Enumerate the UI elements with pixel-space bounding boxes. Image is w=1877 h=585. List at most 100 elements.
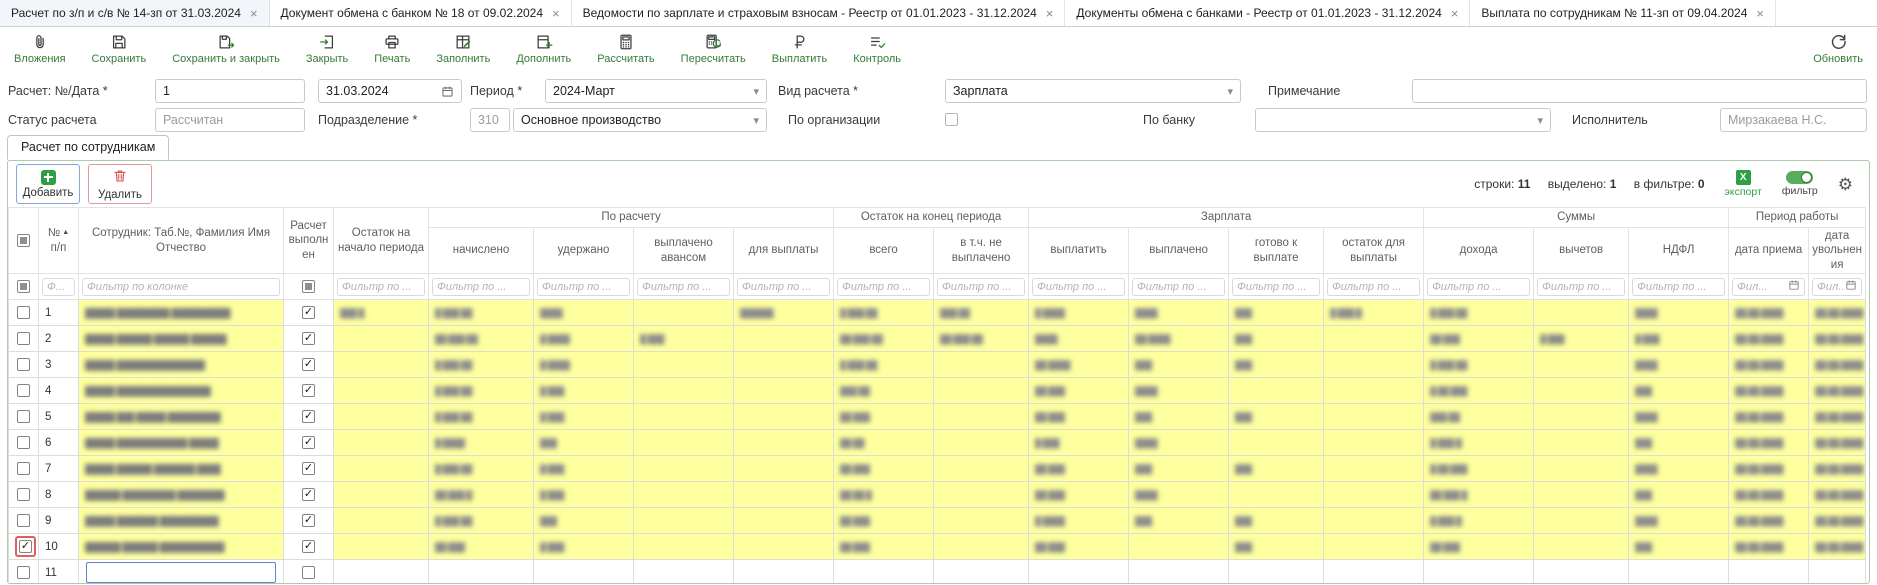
column-header-withheld[interactable]: удержано	[534, 228, 634, 274]
filter-accrued[interactable]: Фильтр по ...	[429, 274, 534, 300]
filter-input-paid-advance[interactable]: Фильтр по ...	[637, 278, 730, 296]
toolbar-button-save[interactable]: Сохранить	[92, 32, 147, 65]
cell-calc-done[interactable]	[284, 378, 334, 404]
employee-edit-input[interactable]	[86, 562, 276, 583]
checkbox[interactable]	[17, 410, 30, 423]
toolbar-button-calculate[interactable]: Рассчитать	[597, 32, 654, 65]
filter-input-deductions[interactable]: Фильтр по ...	[1537, 278, 1625, 296]
toolbar-button-append[interactable]: Дополнить	[516, 32, 571, 65]
column-header-employee[interactable]: Сотрудник: Таб.№, Фамилия Имя Отчество	[79, 208, 284, 274]
document-tab[interactable]: Документы обмена с банками - Реестр от 0…	[1065, 0, 1470, 26]
filter-incl-unpaid[interactable]: Фильтр по ...	[934, 274, 1029, 300]
checkbox[interactable]	[302, 488, 315, 501]
filter-hire-date[interactable]: Фил...	[1729, 274, 1809, 300]
toolbar-button-pay[interactable]: Выплатить	[772, 32, 827, 65]
filter-withheld[interactable]: Фильтр по ...	[534, 274, 634, 300]
column-header-num[interactable]: №▲п/п	[39, 208, 79, 274]
column-header-paid-advance[interactable]: выплачено авансом	[634, 228, 734, 274]
toolbar-button-close[interactable]: Закрыть	[306, 32, 348, 65]
column-header-incl-unpaid[interactable]: в т.ч. не выплачено	[934, 228, 1029, 274]
toolbar-button-control[interactable]: Контроль	[853, 32, 901, 65]
filter-toggle[interactable]: фильтр	[1782, 171, 1818, 197]
filter-input-ndfl[interactable]: Фильтр по ...	[1632, 278, 1725, 296]
filter-for-payment[interactable]: Фильтр по ...	[734, 274, 834, 300]
tab-close-icon[interactable]: ×	[1756, 7, 1764, 20]
cell-select[interactable]	[9, 456, 39, 482]
filter-input-paid[interactable]: Фильтр по ...	[1132, 278, 1225, 296]
cell-select[interactable]	[9, 352, 39, 378]
column-header-ndfl[interactable]: НДФЛ	[1629, 228, 1729, 274]
checkbox[interactable]	[17, 280, 30, 293]
cell-select[interactable]	[9, 430, 39, 456]
checkbox[interactable]	[17, 514, 30, 527]
filter-input-total[interactable]: Фильтр по ...	[837, 278, 930, 296]
checkbox[interactable]	[17, 488, 30, 501]
cell-calc-done[interactable]	[284, 404, 334, 430]
filter-calc-done[interactable]	[284, 274, 334, 300]
column-header-dismissal-date[interactable]: дата увольнения	[1809, 228, 1866, 274]
toolbar-button-fill[interactable]: Заполнить	[436, 32, 490, 65]
cell-employee[interactable]: █████ ███████████████	[79, 352, 284, 378]
filter-to-pay[interactable]: Фильтр по ...	[1029, 274, 1129, 300]
filter-total[interactable]: Фильтр по ...	[834, 274, 934, 300]
tab-close-icon[interactable]: ×	[1046, 7, 1054, 20]
toolbar-button-attachments[interactable]: Вложения	[14, 32, 66, 65]
cell-calc-done[interactable]	[284, 456, 334, 482]
column-header-opening-balance[interactable]: Остаток на начало периода	[334, 208, 429, 274]
checkbox[interactable]	[17, 358, 30, 371]
cell-select[interactable]	[9, 508, 39, 534]
column-header-calc-done[interactable]: Расчет выполнен	[284, 208, 334, 274]
filter-input-incl-unpaid[interactable]: Фильтр по ...	[937, 278, 1025, 296]
document-tab[interactable]: Документ обмена с банком № 18 от 09.02.2…	[270, 0, 572, 26]
filter-input-opening-balance[interactable]: Фильтр по ...	[337, 278, 425, 296]
checkbox[interactable]	[302, 514, 315, 527]
checkbox[interactable]	[302, 540, 315, 553]
cell-select[interactable]	[9, 560, 39, 584]
cell-select[interactable]	[9, 378, 39, 404]
checkbox[interactable]	[19, 540, 32, 553]
column-header-income[interactable]: дохода	[1424, 228, 1534, 274]
column-header-accrued[interactable]: начислено	[429, 228, 534, 274]
cell-calc-done[interactable]	[284, 534, 334, 560]
checkbox[interactable]	[17, 462, 30, 475]
calc-number-input[interactable]: 1	[155, 79, 305, 103]
gear-icon[interactable]: ⚙	[1838, 176, 1853, 193]
by-org-checkbox[interactable]	[945, 113, 958, 126]
filter-input-hire-date[interactable]: Фил...	[1732, 278, 1805, 296]
cell-employee[interactable]: █████ █████████ ██████████	[79, 300, 284, 326]
cell-employee[interactable]: █████ ███████ ██████████	[79, 508, 284, 534]
filter-opening-balance[interactable]: Фильтр по ...	[334, 274, 429, 300]
filter-deductions[interactable]: Фильтр по ...	[1534, 274, 1629, 300]
cell-employee[interactable]: █████ ███ █████ █████████	[79, 404, 284, 430]
note-input[interactable]	[1412, 79, 1867, 103]
calendar-icon[interactable]	[1845, 278, 1857, 296]
department-code-input[interactable]: 310	[470, 108, 510, 132]
checkbox[interactable]	[17, 234, 30, 247]
checkbox[interactable]	[302, 566, 315, 579]
calendar-icon[interactable]	[441, 85, 454, 98]
filter-input-income[interactable]: Фильтр по ...	[1427, 278, 1530, 296]
filter-input-employee[interactable]: Фильтр по колонке	[82, 278, 280, 296]
cell-select[interactable]	[9, 300, 39, 326]
department-select[interactable]: Основное производство ▾	[513, 108, 767, 132]
filter-ndfl[interactable]: Фильтр по ...	[1629, 274, 1729, 300]
filter-ready-to-pay[interactable]: Фильтр по ...	[1229, 274, 1324, 300]
filter-input-withheld[interactable]: Фильтр по ...	[537, 278, 630, 296]
cell-calc-done[interactable]	[284, 560, 334, 584]
cell-select[interactable]	[9, 326, 39, 352]
column-header-ready-to-pay[interactable]: готово к выплате	[1229, 228, 1324, 274]
cell-select[interactable]	[9, 482, 39, 508]
toolbar-button-print[interactable]: Печать	[374, 32, 410, 65]
column-header-balance-to-pay[interactable]: остаток для выплаты	[1324, 228, 1424, 274]
cell-calc-done[interactable]	[284, 326, 334, 352]
tab-close-icon[interactable]: ×	[250, 7, 258, 20]
checkbox[interactable]	[17, 436, 30, 449]
toolbar-button-save-close[interactable]: Сохранить и закрыть	[172, 32, 280, 65]
by-bank-select[interactable]: ▾	[1255, 108, 1551, 132]
calc-type-select[interactable]: Зарплата ▾	[945, 79, 1241, 103]
column-header-total[interactable]: всего	[834, 228, 934, 274]
column-header-hire-date[interactable]: дата приема	[1729, 228, 1809, 274]
tab-raschet-po-sotrudnikam[interactable]: Расчет по сотрудникам	[7, 135, 169, 160]
checkbox[interactable]	[302, 436, 315, 449]
filter-employee[interactable]: Фильтр по колонке	[79, 274, 284, 300]
